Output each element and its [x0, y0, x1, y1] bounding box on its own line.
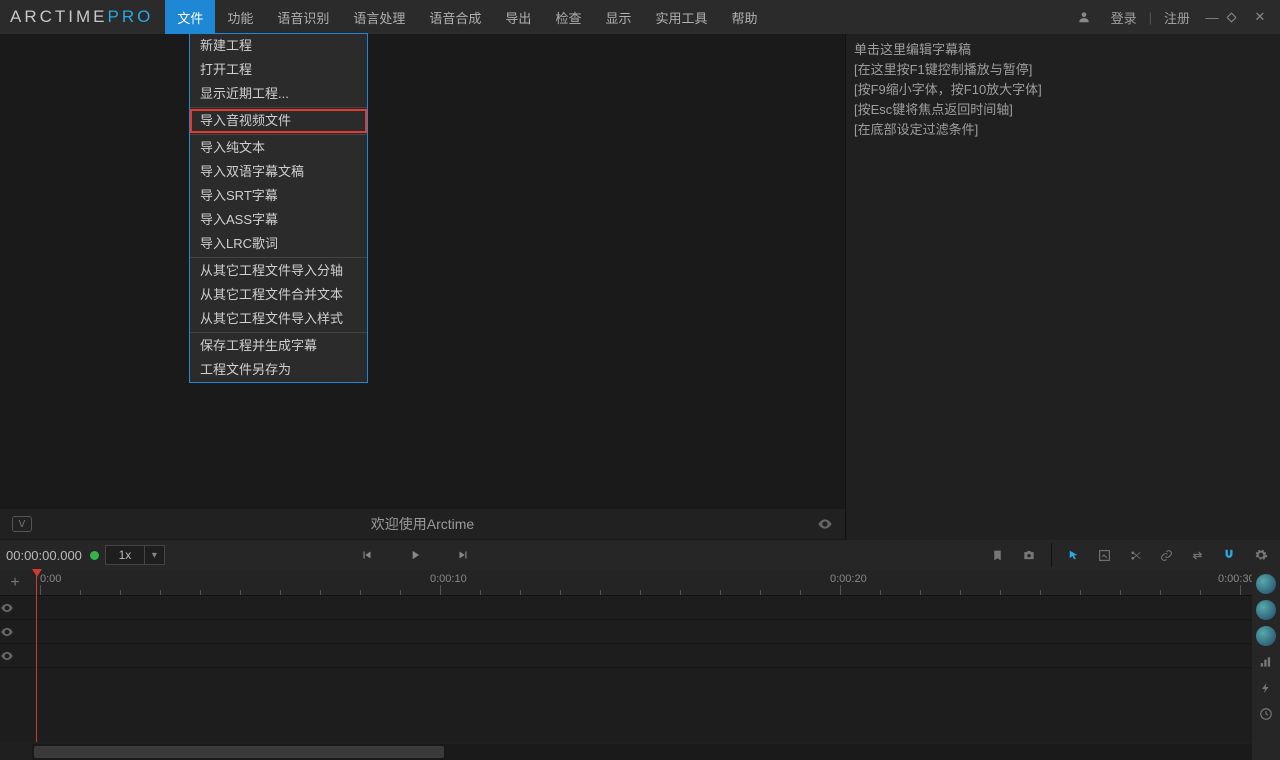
user-icon[interactable] [1069, 10, 1099, 24]
vtool-sphere-3[interactable] [1256, 626, 1276, 646]
draft-line: 单击这里编辑字幕稿 [854, 40, 1272, 60]
menu-display[interactable]: 显示 [593, 0, 643, 34]
menu-help[interactable]: 帮助 [719, 0, 769, 34]
dropdown-sep [190, 107, 367, 108]
maximize-button[interactable] [1226, 12, 1246, 23]
logo-main: ARCTIME [10, 7, 108, 26]
vtool-sphere-1[interactable] [1256, 574, 1276, 594]
minimize-button[interactable]: — [1202, 10, 1222, 25]
dropdown-sep [190, 134, 367, 135]
menu-merge-text[interactable]: 从其它工程文件合并文本 [190, 283, 367, 307]
tick-label: 0:00:20 [830, 573, 867, 585]
draft-line: [在底部设定过滤条件] [854, 120, 1272, 140]
waveform-icon[interactable] [1256, 652, 1276, 672]
track-row[interactable] [0, 596, 1252, 620]
speed-value[interactable]: 1x [105, 545, 145, 565]
camera-icon[interactable] [1022, 548, 1036, 562]
tracks[interactable] [0, 596, 1252, 742]
menu-check[interactable]: 检查 [543, 0, 593, 34]
v-badge[interactable]: V [12, 516, 32, 532]
swap-icon[interactable] [1191, 549, 1204, 562]
sep: | [1149, 10, 1152, 25]
timeline: + 0:00 0:00:10 0:00:20 0:00:30 [0, 570, 1252, 760]
menu-import-lrc[interactable]: 导入LRC歌词 [190, 232, 367, 256]
play-controls [360, 548, 470, 562]
menubar: ARCTIMEPRO 文件 功能 语音识别 语言处理 语音合成 导出 检查 显示… [0, 0, 1280, 34]
login-link[interactable]: 登录 [1103, 8, 1145, 27]
welcome-text: 欢迎使用Arctime [371, 514, 474, 534]
menu-recent[interactable]: 显示近期工程... [190, 82, 367, 106]
menu-speech-recog[interactable]: 语音识别 [265, 0, 341, 34]
register-link[interactable]: 注册 [1156, 8, 1198, 27]
transport-tools [991, 543, 1280, 567]
menu-items: 文件 功能 语音识别 语言处理 语音合成 导出 检查 显示 实用工具 帮助 [165, 0, 769, 34]
draft-line: [在这里按F1键控制播放与暂停] [854, 60, 1272, 80]
menu-import-axis[interactable]: 从其它工程文件导入分轴 [190, 259, 367, 283]
menu-import-ass[interactable]: 导入ASS字幕 [190, 208, 367, 232]
menu-tools[interactable]: 实用工具 [643, 0, 719, 34]
logo-suffix: PRO [108, 7, 154, 26]
add-track-button[interactable]: + [6, 574, 24, 592]
vertical-toolbar [1252, 570, 1280, 760]
menu-new-project[interactable]: 新建工程 [190, 34, 367, 58]
menu-export[interactable]: 导出 [493, 0, 543, 34]
timeline-ruler[interactable]: + 0:00 0:00:10 0:00:20 0:00:30 [0, 570, 1252, 596]
gear-icon[interactable] [1254, 548, 1268, 562]
timecode: 00:00:00.000 [6, 548, 82, 563]
dropdown-sep [190, 332, 367, 333]
video-footer: V 欢迎使用Arctime [0, 509, 845, 539]
tick-label: 0:00 [40, 573, 61, 585]
next-button[interactable] [456, 548, 470, 562]
link-icon[interactable] [1160, 549, 1173, 562]
timeline-scrollbar[interactable] [32, 744, 1252, 760]
menu-open-project[interactable]: 打开工程 [190, 58, 367, 82]
edit-box-icon[interactable] [1098, 549, 1111, 562]
close-button[interactable]: ✕ [1250, 9, 1270, 25]
play-button[interactable] [408, 548, 422, 562]
transport-bar: 00:00:00.000 1x ▾ [0, 540, 1280, 570]
menu-save-generate[interactable]: 保存工程并生成字幕 [190, 334, 367, 358]
menubar-right: 登录 | 注册 — ✕ [1069, 8, 1280, 27]
prev-button[interactable] [360, 548, 374, 562]
bookmark-icon[interactable] [991, 549, 1004, 562]
menu-function[interactable]: 功能 [215, 0, 265, 34]
eye-icon[interactable] [0, 601, 30, 615]
video-preview[interactable] [0, 34, 845, 509]
track-row[interactable] [0, 644, 1252, 668]
draft-line: [按F9缩小字体，按F10放大字体] [854, 80, 1272, 100]
pointer-icon[interactable] [1067, 549, 1080, 562]
divider [1051, 543, 1052, 567]
scrollbar-thumb[interactable] [34, 746, 444, 758]
menu-import-style[interactable]: 从其它工程文件导入样式 [190, 307, 367, 331]
dropdown-sep [190, 257, 367, 258]
magnet-icon[interactable] [1222, 548, 1236, 562]
status-dot [90, 551, 99, 560]
draft-line: [按Esc键将焦点返回时间轴] [854, 100, 1272, 120]
clock-icon[interactable] [1256, 704, 1276, 724]
menu-import-media[interactable]: 导入音视频文件 [190, 109, 367, 133]
menu-file[interactable]: 文件 [165, 0, 215, 34]
tick-label: 0:00:10 [430, 573, 467, 585]
bolt-icon[interactable] [1256, 678, 1276, 698]
menu-save-as[interactable]: 工程文件另存为 [190, 358, 367, 382]
app-logo: ARCTIMEPRO [10, 7, 153, 27]
vtool-sphere-2[interactable] [1256, 600, 1276, 620]
menu-language[interactable]: 语言处理 [341, 0, 417, 34]
track-row[interactable] [0, 620, 1252, 644]
eye-icon[interactable] [0, 625, 30, 639]
eye-icon[interactable] [817, 516, 833, 532]
playhead[interactable] [36, 570, 37, 742]
scissors-icon[interactable] [1129, 549, 1142, 562]
menu-import-bilingual[interactable]: 导入双语字幕文稿 [190, 160, 367, 184]
menu-speech-synth[interactable]: 语音合成 [417, 0, 493, 34]
speed-dropdown[interactable]: ▾ [145, 545, 165, 565]
menu-import-srt[interactable]: 导入SRT字幕 [190, 184, 367, 208]
file-dropdown: 新建工程 打开工程 显示近期工程... 导入音视频文件 导入纯文本 导入双语字幕… [189, 33, 368, 383]
tick-label: 0:00:30 [1218, 573, 1255, 585]
eye-icon[interactable] [0, 649, 30, 663]
menu-import-text[interactable]: 导入纯文本 [190, 136, 367, 160]
